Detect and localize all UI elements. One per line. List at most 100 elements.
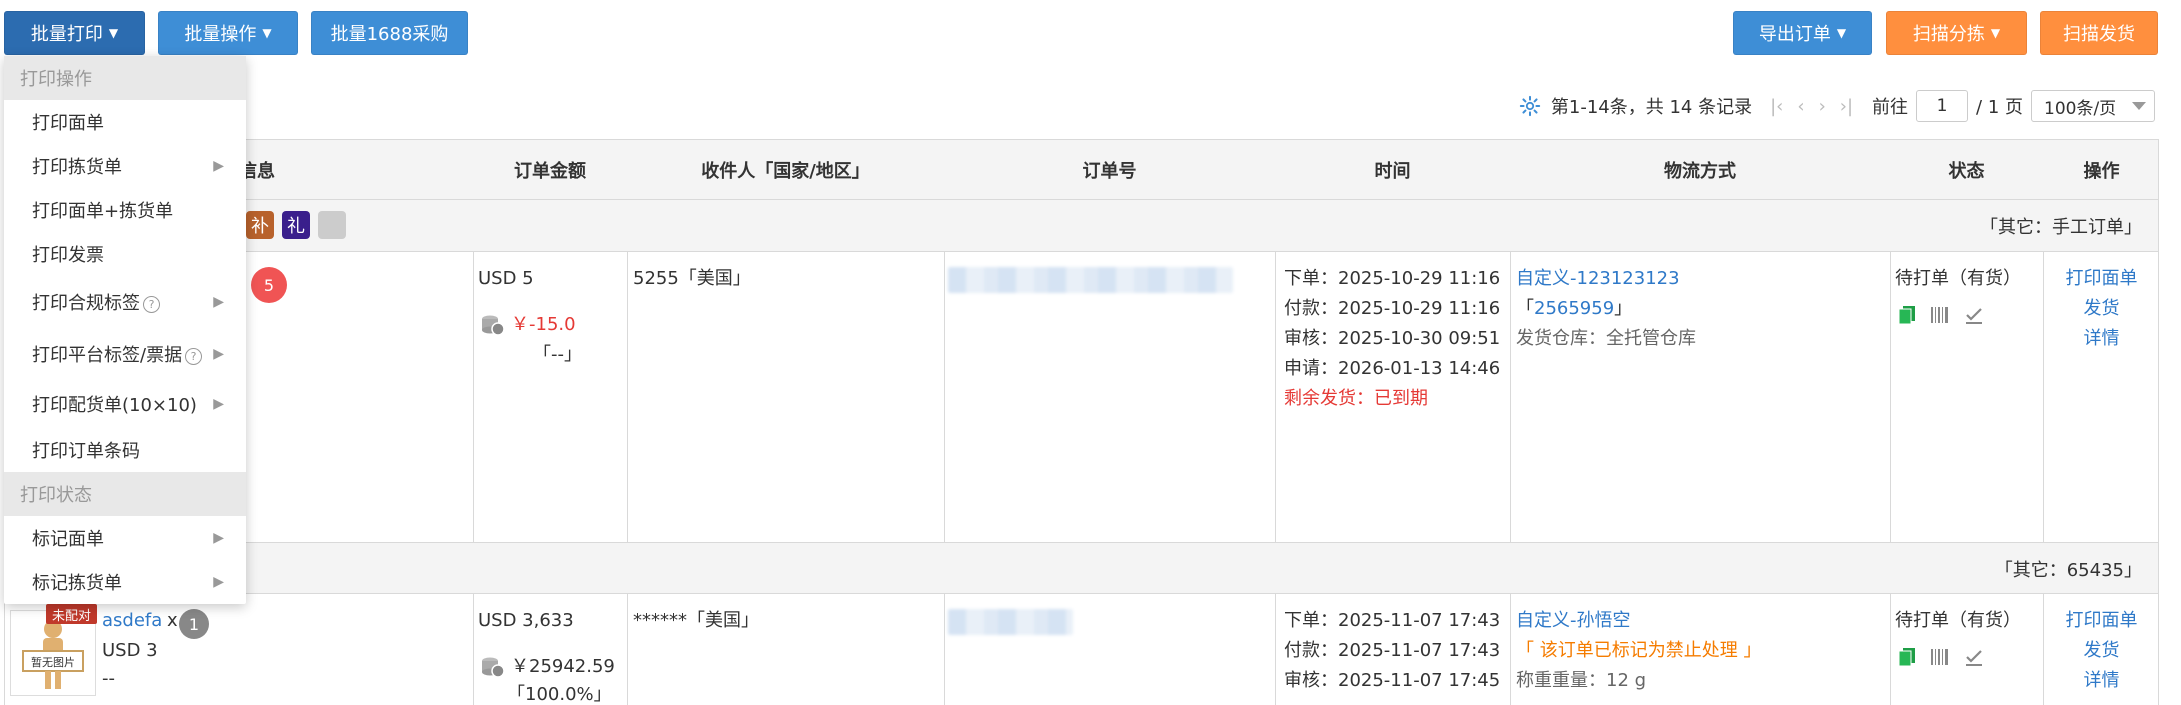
divider bbox=[627, 594, 628, 705]
details-link[interactable]: 详情 bbox=[2043, 324, 2158, 354]
first-page-icon[interactable]: |‹ bbox=[1770, 96, 1783, 117]
ship-link[interactable]: 发货 bbox=[2043, 636, 2158, 666]
unmatched-tag: 未配对 bbox=[46, 604, 98, 624]
tracking: 「2565959」 bbox=[1516, 294, 1632, 324]
status-icons bbox=[1898, 305, 1984, 325]
menu-item-label: 打印面单 bbox=[32, 113, 104, 134]
batch-1688-button[interactable]: 批量1688采购 bbox=[311, 11, 468, 55]
last-page-icon[interactable]: ›| bbox=[1840, 96, 1853, 117]
export-orders-label: 导出订单 bbox=[1758, 24, 1831, 45]
weight: 称重重量：12 g bbox=[1516, 670, 1647, 691]
menu-item-print-label-picklist[interactable]: 打印面单+拣货单 bbox=[4, 188, 246, 232]
menu-item-print-packing[interactable]: 打印配货单(10×10) ▶ bbox=[4, 380, 246, 428]
menu-item-label: 打印合规标签 bbox=[32, 293, 140, 314]
menu-item-label: 标记面单 bbox=[32, 529, 104, 550]
chevron-right-icon: ▶ bbox=[213, 574, 224, 590]
logistics-link[interactable]: 自定义-123123123 bbox=[1516, 264, 1680, 294]
col-status: 状态 bbox=[1948, 161, 1985, 182]
batch-ops-button[interactable]: 批量操作 ▼ bbox=[158, 11, 298, 55]
col-amount: 订单金额 bbox=[514, 161, 586, 182]
menu-item-label: 标记拣货单 bbox=[32, 573, 122, 594]
recipient: 5255「美国」 bbox=[633, 268, 751, 289]
scan-ship-button[interactable]: 扫描发货 bbox=[2040, 11, 2158, 55]
time-reviewed: 审核：2025-11-07 17:45 bbox=[1284, 670, 1501, 691]
profit-rate: 「100.0%」 bbox=[507, 684, 612, 705]
next-page-icon[interactable]: › bbox=[1819, 96, 1826, 117]
bracket-close: 」 bbox=[1614, 298, 1633, 319]
group-note: 「其它：手工订单」 bbox=[1980, 217, 2142, 238]
time-ordered: 下单：2025-11-07 17:43 bbox=[1284, 610, 1501, 631]
bracket-open: 「 bbox=[1516, 298, 1534, 319]
batch-1688-label: 批量1688采购 bbox=[330, 24, 449, 45]
menu-item-print-picklist[interactable]: 打印拣货单 ▶ bbox=[4, 144, 246, 188]
order-amount: USD 3,633 bbox=[478, 610, 574, 631]
divider bbox=[944, 252, 945, 542]
order-status: 待打单（有货） bbox=[1895, 268, 2021, 289]
menu-item-print-platform[interactable]: 打印平台标签/票据? ▶ bbox=[4, 328, 246, 380]
order-number-blurred bbox=[948, 609, 1073, 635]
menu-item-print-barcode[interactable]: 打印订单条码 bbox=[4, 428, 246, 472]
check-icon[interactable] bbox=[1964, 647, 1984, 667]
col-logistics: 物流方式 bbox=[1664, 161, 1736, 182]
pagination-summary: 第1-14条，共 14 条记录 bbox=[1550, 97, 1753, 118]
print-label-link[interactable]: 打印面单 bbox=[2043, 606, 2158, 636]
coins-icon bbox=[482, 657, 505, 678]
divider bbox=[1510, 252, 1511, 542]
status-icons bbox=[1898, 647, 1984, 667]
chevron-down-icon: ▼ bbox=[1990, 26, 2001, 40]
menu-item-print-compliance[interactable]: 打印合规标签? ▶ bbox=[4, 276, 246, 328]
menu-item-print-label[interactable]: 打印面单 bbox=[4, 100, 246, 144]
barcode-icon[interactable] bbox=[1930, 305, 1950, 325]
divider bbox=[1510, 594, 1511, 705]
tag-empty bbox=[318, 211, 346, 239]
profit-rate: 「--」 bbox=[533, 344, 582, 365]
time-ordered: 下单：2025-10-29 11:16 bbox=[1284, 268, 1501, 289]
document-icon[interactable] bbox=[1898, 647, 1916, 667]
unit-price: USD 3 bbox=[102, 640, 158, 661]
no-image-text: 暂无图片 bbox=[31, 656, 75, 669]
profit: ￥-15.0 bbox=[511, 310, 576, 340]
col-action: 操作 bbox=[2083, 161, 2120, 182]
group-note: 「其它：65435」 bbox=[1994, 560, 2142, 581]
page-input[interactable] bbox=[1916, 90, 1969, 122]
batch-print-button[interactable]: 批量打印 ▼ bbox=[4, 11, 145, 55]
details-link[interactable]: 详情 bbox=[2043, 666, 2158, 696]
help-icon[interactable]: ? bbox=[143, 295, 160, 313]
order-group-header: 补 礼 「其它：手工订单」 bbox=[5, 200, 2158, 252]
export-orders-button[interactable]: 导出订单 ▼ bbox=[1733, 11, 1872, 55]
col-order-no: 订单号 bbox=[1082, 161, 1137, 182]
prev-page-icon[interactable]: ‹ bbox=[1797, 96, 1804, 117]
divider bbox=[1275, 594, 1276, 705]
document-icon[interactable] bbox=[1898, 305, 1916, 325]
gear-icon[interactable] bbox=[1519, 95, 1541, 117]
batch-print-dropdown: 打印操作 打印面单 打印拣货单 ▶ 打印面单+拣货单 打印发票 打印合规标签? ▶ … bbox=[4, 56, 246, 604]
product-name-link[interactable]: asdefa bbox=[102, 606, 162, 636]
check-icon[interactable] bbox=[1964, 305, 1984, 325]
table-header: 商品信息 订单金额 收件人「国家/地区」 订单号 时间 物流方式 状态 操作 bbox=[5, 140, 2158, 200]
chevron-right-icon: ▶ bbox=[213, 530, 224, 546]
chevron-down-icon: ▼ bbox=[108, 26, 119, 40]
batch-ops-label: 批量操作 bbox=[184, 24, 257, 45]
order-status: 待打单（有货） bbox=[1895, 610, 2021, 631]
col-time: 时间 bbox=[1374, 161, 1411, 182]
menu-item-mark-label[interactable]: 标记面单 ▶ bbox=[4, 516, 246, 560]
menu-item-mark-picklist[interactable]: 标记拣货单 ▶ bbox=[4, 560, 246, 604]
page-size-select[interactable]: 100条/页 bbox=[2031, 90, 2155, 122]
divider bbox=[944, 594, 945, 705]
coins-icon bbox=[482, 315, 505, 336]
divider bbox=[1890, 252, 1891, 542]
tracking-link[interactable]: 2565959 bbox=[1534, 298, 1614, 319]
menu-item-print-invoice[interactable]: 打印发票 bbox=[4, 232, 246, 276]
tag-bu: 补 bbox=[246, 211, 274, 239]
time-reviewed: 审核：2025-10-30 09:51 bbox=[1284, 328, 1501, 349]
divider bbox=[1890, 594, 1891, 705]
logistics-link[interactable]: 自定义-孙悟空 bbox=[1516, 606, 1631, 636]
ship-link[interactable]: 发货 bbox=[2043, 294, 2158, 324]
order-group-header: 「其它：65435」 bbox=[5, 542, 2158, 594]
print-label-link[interactable]: 打印面单 bbox=[2043, 264, 2158, 294]
recipient: ******「美国」 bbox=[633, 610, 759, 631]
barcode-icon[interactable] bbox=[1930, 647, 1950, 667]
scan-sort-button[interactable]: 扫描分拣 ▼ bbox=[1886, 11, 2027, 55]
help-icon[interactable]: ? bbox=[185, 347, 203, 365]
menu-item-label: 打印配货单(10×10) bbox=[32, 395, 197, 416]
